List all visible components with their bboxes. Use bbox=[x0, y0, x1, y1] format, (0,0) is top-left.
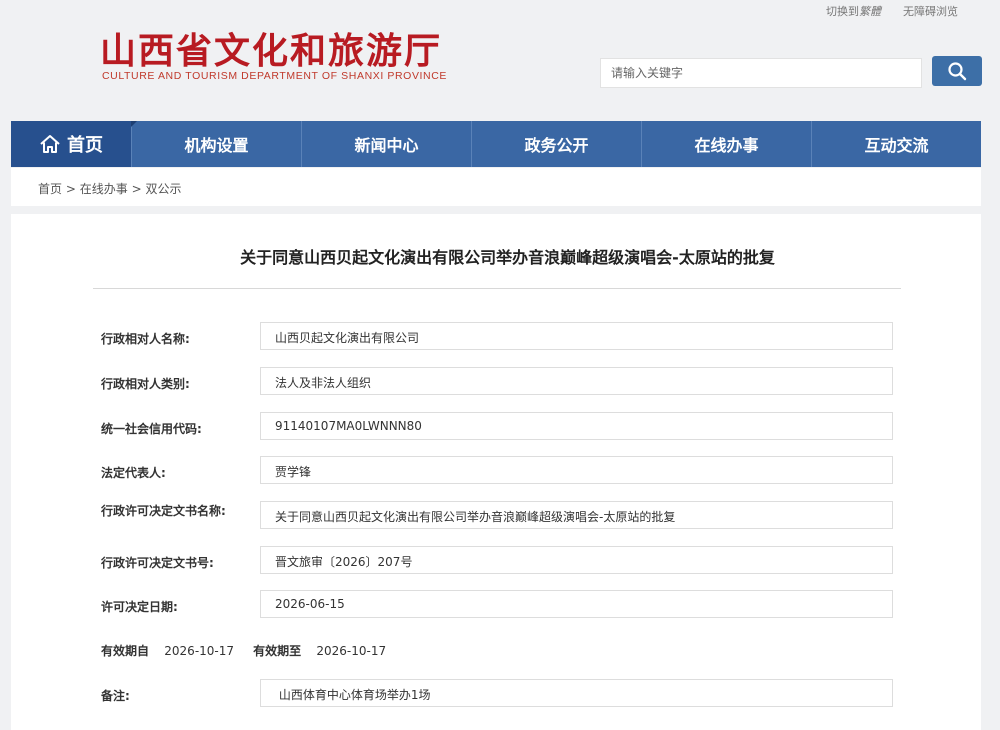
nav-item-news[interactable]: 新闻中心 bbox=[301, 121, 471, 167]
field-value-party-type: 法人及非法人组织 bbox=[260, 367, 893, 395]
field-value-credit-code: 91140107MA0LWNNN80 bbox=[260, 412, 893, 440]
switch-prefix: 切换到 bbox=[826, 5, 859, 18]
home-icon bbox=[40, 135, 60, 153]
breadcrumb: 首页 > 在线办事 > 双公示 bbox=[11, 168, 981, 206]
search-button[interactable] bbox=[932, 56, 982, 86]
breadcrumb-home[interactable]: 首页 bbox=[38, 182, 62, 196]
nav-item-online[interactable]: 在线办事 bbox=[641, 121, 811, 167]
valid-from-label: 有效期自 bbox=[101, 644, 150, 658]
field-label-remark: 备注: bbox=[101, 689, 130, 703]
field-label-doc-number: 行政许可决定文书号: bbox=[101, 556, 214, 570]
field-label-credit-code: 统一社会信用代码: bbox=[101, 422, 202, 436]
nav-home[interactable]: 首页 bbox=[11, 121, 137, 167]
validity-period: 有效期自 2026-10-17 有效期至 2026-10-17 bbox=[101, 642, 386, 659]
breadcrumb-sep: > bbox=[131, 182, 142, 196]
nav-item-interact[interactable]: 互动交流 bbox=[811, 121, 981, 167]
accessible-browse-link[interactable]: 无障碍浏览 bbox=[903, 3, 958, 19]
field-label-doc-name: 行政许可决定文书名称: bbox=[101, 504, 226, 518]
switch-traditional-text: 繁體 bbox=[859, 5, 881, 18]
field-value-doc-name: 关于同意山西贝起文化演出有限公司举办音浪巅峰超级演唱会-太原站的批复 bbox=[260, 501, 893, 529]
title-divider bbox=[93, 288, 901, 289]
field-value-legal-rep: 贾学锋 bbox=[260, 456, 893, 484]
field-value-doc-number: 晋文旅审〔2026〕207号 bbox=[260, 546, 893, 574]
valid-to-value: 2026-10-17 bbox=[316, 644, 387, 658]
field-value-remark: 山西体育中心体育场举办1场 bbox=[260, 679, 893, 707]
page-title: 关于同意山西贝起文化演出有限公司举办音浪巅峰超级演唱会-太原站的批复 bbox=[240, 248, 775, 267]
valid-from-value: 2026-10-17 bbox=[164, 644, 235, 658]
nav-item-org[interactable]: 机构设置 bbox=[131, 121, 301, 167]
field-label-decision-date: 许可决定日期: bbox=[101, 600, 178, 614]
search-input[interactable] bbox=[600, 58, 922, 88]
field-label-party-type: 行政相对人类别: bbox=[101, 377, 190, 391]
field-value-decision-date: 2026-06-15 bbox=[260, 590, 893, 618]
field-label-party-name: 行政相对人名称: bbox=[101, 332, 190, 346]
nav-home-label: 首页 bbox=[67, 135, 103, 156]
breadcrumb-current[interactable]: 双公示 bbox=[145, 182, 181, 196]
switch-traditional-link[interactable]: 切换到繁體 bbox=[826, 3, 881, 19]
site-logo-en: CULTURE AND TOURISM DEPARTMENT OF SHANXI… bbox=[102, 70, 448, 82]
site-logo-cn[interactable]: 山西省文化和旅游厅 bbox=[100, 22, 442, 74]
search-icon bbox=[948, 62, 967, 81]
field-value-party-name: 山西贝起文化演出有限公司 bbox=[260, 322, 893, 350]
breadcrumb-sep: > bbox=[65, 182, 76, 196]
breadcrumb-online[interactable]: 在线办事 bbox=[80, 182, 128, 196]
valid-to-label: 有效期至 bbox=[253, 644, 302, 658]
field-label-legal-rep: 法定代表人: bbox=[101, 466, 166, 480]
top-links: 切换到繁體 无障碍浏览 bbox=[826, 3, 958, 19]
content-card: 关于同意山西贝起文化演出有限公司举办音浪巅峰超级演唱会-太原站的批复 行政相对人… bbox=[11, 214, 981, 730]
nav-item-gov[interactable]: 政务公开 bbox=[471, 121, 641, 167]
main-nav: 首页 机构设置 新闻中心 政务公开 在线办事 互动交流 bbox=[11, 121, 981, 167]
